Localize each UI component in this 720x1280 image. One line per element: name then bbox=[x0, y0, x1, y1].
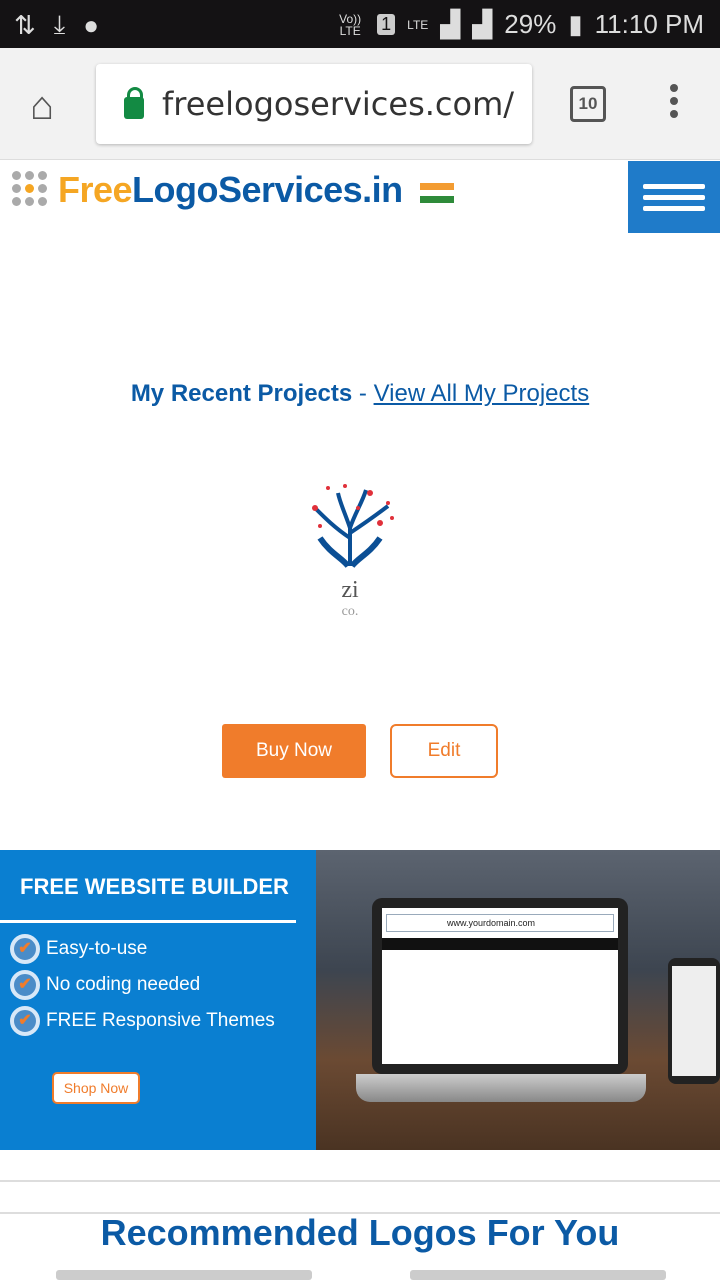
overflow-menu-icon[interactable] bbox=[664, 84, 684, 118]
india-flag-icon bbox=[420, 183, 454, 204]
recent-projects-heading: My Recent Projects - View All My Project… bbox=[0, 380, 720, 408]
brand-free: Free bbox=[58, 169, 133, 210]
phone-mockup bbox=[668, 958, 720, 1084]
logo-tagline: co. bbox=[341, 604, 359, 619]
sim-icon: 1 bbox=[377, 14, 396, 35]
volte-label: Vo)) LTE bbox=[339, 11, 362, 38]
recent-projects-title: My Recent Projects bbox=[130, 380, 353, 407]
tree-hands-logo-icon bbox=[312, 484, 394, 568]
battery-icon: ▮ bbox=[568, 9, 583, 39]
shop-now-button[interactable]: Shop Now bbox=[52, 1072, 140, 1104]
lock-icon bbox=[124, 87, 144, 119]
download-icon: ⤓ bbox=[53, 9, 66, 39]
check-icon: ✔ bbox=[10, 970, 40, 1000]
feature-label: Easy-to-use bbox=[46, 938, 148, 959]
separator: - bbox=[352, 380, 374, 407]
tab-switcher-button[interactable]: 10 bbox=[570, 86, 606, 122]
website-builder-banner[interactable]: FREE WEBSITE BUILDER ✔ Easy-to-use ✔ No co… bbox=[0, 850, 720, 1150]
buy-now-button[interactable]: Buy Now bbox=[222, 724, 366, 778]
logo-dots-icon bbox=[12, 171, 47, 206]
brand-rest: LogoServices.in bbox=[132, 169, 403, 210]
feature-item: ✔ No coding needed bbox=[10, 970, 200, 1000]
feature-label: No coding needed bbox=[46, 974, 201, 995]
recommended-logos-heading: Recommended Logos For You bbox=[100, 1212, 620, 1253]
logo-name: zi bbox=[341, 577, 359, 603]
signal-icon-2: ▟ bbox=[472, 9, 493, 39]
site-header: FreeLogoServices.in bbox=[0, 161, 720, 233]
feature-label: FREE Responsive Themes bbox=[46, 1010, 275, 1031]
site-logo[interactable]: FreeLogoServices.in bbox=[58, 169, 403, 211]
recommended-logo-card[interactable] bbox=[410, 1270, 666, 1280]
data-transfer-icon: ⇅ bbox=[14, 9, 36, 40]
url-text: freelogoservices.com/ bbox=[162, 85, 515, 123]
lte-label: LTE bbox=[407, 17, 429, 32]
clock: 11:10 PM bbox=[594, 9, 704, 39]
divider bbox=[0, 920, 296, 923]
feature-item: ✔ FREE Responsive Themes bbox=[10, 1006, 275, 1036]
project-logo-preview[interactable]: zi co. bbox=[290, 478, 410, 620]
recommended-logo-card[interactable] bbox=[56, 1270, 312, 1280]
mock-url: www.yourdomain.com bbox=[386, 914, 614, 932]
address-bar[interactable]: freelogoservices.com/ bbox=[96, 64, 532, 144]
battery-percent: 29% bbox=[504, 9, 557, 39]
divider bbox=[0, 1180, 720, 1182]
account-icon: ● bbox=[83, 9, 100, 40]
check-icon: ✔ bbox=[10, 934, 40, 964]
laptop-mockup-image: www.yourdomain.com bbox=[316, 850, 720, 1150]
view-all-projects-link[interactable]: View All My Projects bbox=[374, 380, 590, 407]
edit-button[interactable]: Edit bbox=[390, 724, 498, 778]
banner-title: FREE WEBSITE BUILDER bbox=[20, 874, 289, 899]
signal-icon: ▟ bbox=[440, 9, 461, 39]
check-icon: ✔ bbox=[10, 1006, 40, 1036]
browser-toolbar: ⌂ freelogoservices.com/ 10 bbox=[0, 48, 720, 160]
hamburger-menu-button[interactable] bbox=[628, 161, 720, 233]
feature-item: ✔ Easy-to-use bbox=[10, 934, 147, 964]
home-icon[interactable]: ⌂ bbox=[30, 84, 54, 129]
status-bar: ⇅ ⤓ ● Vo)) LTE 1 LTE ▟ ▟ 29% ▮ 11:10 PM bbox=[0, 0, 720, 48]
